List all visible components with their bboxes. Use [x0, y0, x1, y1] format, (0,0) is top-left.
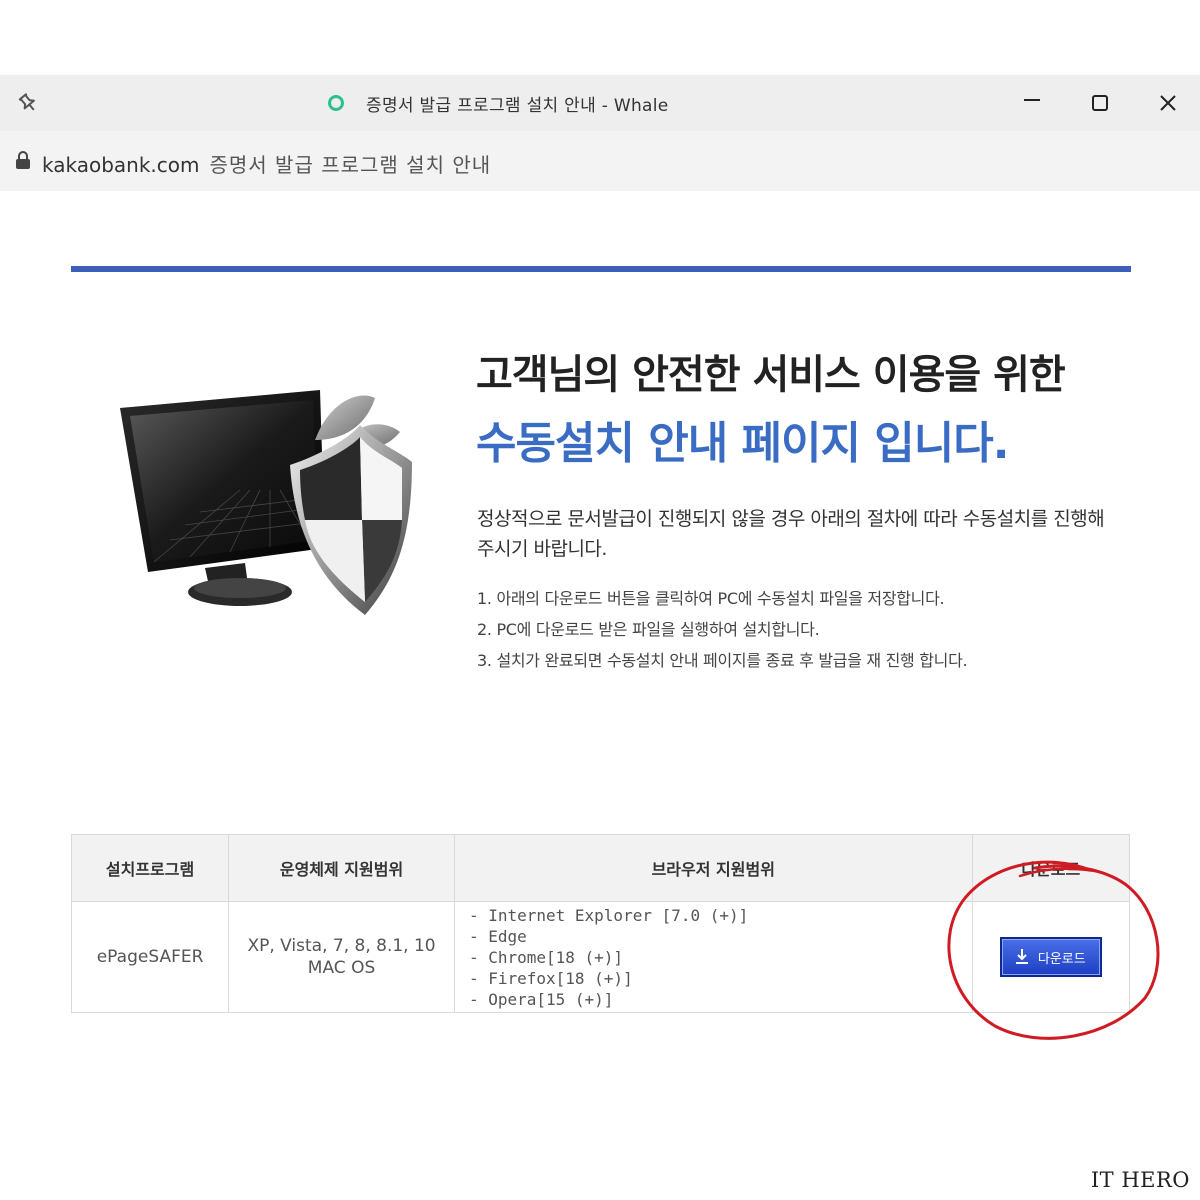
minimize-icon: [1024, 99, 1040, 101]
os-line: MAC OS: [307, 958, 376, 978]
download-button[interactable]: 다운로드: [999, 937, 1102, 977]
install-step: 2. PC에 다운로드 받은 파일을 실행하여 설치합니다.: [477, 620, 820, 639]
browser-title-bar: 증명서 발급 프로그램 설치 안내 - Whale: [0, 75, 1200, 131]
browser-list: - Internet Explorer [7.0 (+)] - Edge - C…: [469, 905, 971, 1010]
download-icon: [1015, 949, 1028, 964]
install-steps: 1. 아래의 다운로드 버튼을 클릭하여 PC에 수동설치 파일을 저장합니다.…: [477, 583, 1117, 676]
browser-item: - Internet Explorer [7.0 (+)]: [468, 905, 749, 925]
browser-item: - Firefox[18 (+)]: [468, 968, 633, 988]
loading-ring-icon: [328, 95, 344, 111]
address-bar[interactable]: kakaobank.com 증명서 발급 프로그램 설치 안내: [0, 131, 1200, 191]
url-text[interactable]: kakaobank.com 증명서 발급 프로그램 설치 안내: [42, 149, 491, 178]
minimize-button[interactable]: [1014, 85, 1050, 121]
table-header-row: 설치프로그램 운영체제 지원범위 브라우저 지원범위 다운로드: [70, 834, 1131, 902]
window-title-group: 증명서 발급 프로그램 설치 안내 - Whale: [328, 89, 669, 117]
window-title: 증명서 발급 프로그램 설치 안내 - Whale: [366, 95, 669, 116]
os-line: XP, Vista, 7, 8, 8.1, 10: [247, 936, 436, 956]
url-domain: kakaobank.com: [42, 153, 200, 177]
watermark: IT HERO: [1090, 1168, 1190, 1192]
browser-item: - Chrome[18 (+)]: [468, 947, 624, 967]
header-os: 운영체제 지원범위: [228, 834, 455, 902]
maximize-button[interactable]: [1082, 85, 1118, 121]
header-download: 다운로드: [971, 834, 1131, 902]
browser-item: - Edge: [468, 926, 527, 946]
header-browser: 브라우저 지원범위: [453, 834, 973, 902]
install-step: 1. 아래의 다운로드 버튼을 클릭하여 PC에 수동설치 파일을 저장합니다.: [477, 589, 945, 608]
browser-item: - Opera[15 (+)]: [468, 989, 614, 1009]
intro-text: 정상적으로 문서발급이 진행되지 않을 경우 아래의 절차에 따라 수동설치를 …: [477, 508, 1105, 560]
header-program: 설치프로그램: [70, 834, 230, 902]
url-page-title: 증명서 발급 프로그램 설치 안내: [209, 153, 492, 177]
install-step: 3. 설치가 완료되면 수동설치 안내 페이지를 종료 후 발급을 재 진행 합…: [477, 651, 968, 670]
download-button-label: 다운로드: [1037, 951, 1086, 967]
close-button[interactable]: [1150, 85, 1186, 121]
cell-program: ePageSAFER: [70, 901, 230, 1013]
maximize-icon: [1092, 95, 1108, 111]
page-heading-line1: 고객님의 안전한 서비스 이용을 위한: [476, 352, 1066, 398]
cell-browsers: - Internet Explorer [7.0 (+)] - Edge - C…: [453, 901, 973, 1013]
close-icon: [1160, 95, 1176, 111]
security-monitor-illustration: [110, 380, 430, 640]
pin-icon[interactable]: [14, 89, 42, 117]
page-heading-line2: 수동설치 안내 페이지 입니다.: [476, 418, 1009, 469]
table-row: ePageSAFER XP, Vista, 7, 8, 8.1, 10 MAC …: [70, 901, 1131, 1013]
cell-os: XP, Vista, 7, 8, 8.1, 10 MAC OS: [228, 901, 455, 1013]
download-table: 설치프로그램 운영체제 지원범위 브라우저 지원범위 다운로드 ePageSAF…: [70, 834, 1131, 1013]
lock-icon: [14, 150, 32, 170]
cell-download: 다운로드: [971, 901, 1131, 1013]
header-divider: [71, 266, 1131, 272]
